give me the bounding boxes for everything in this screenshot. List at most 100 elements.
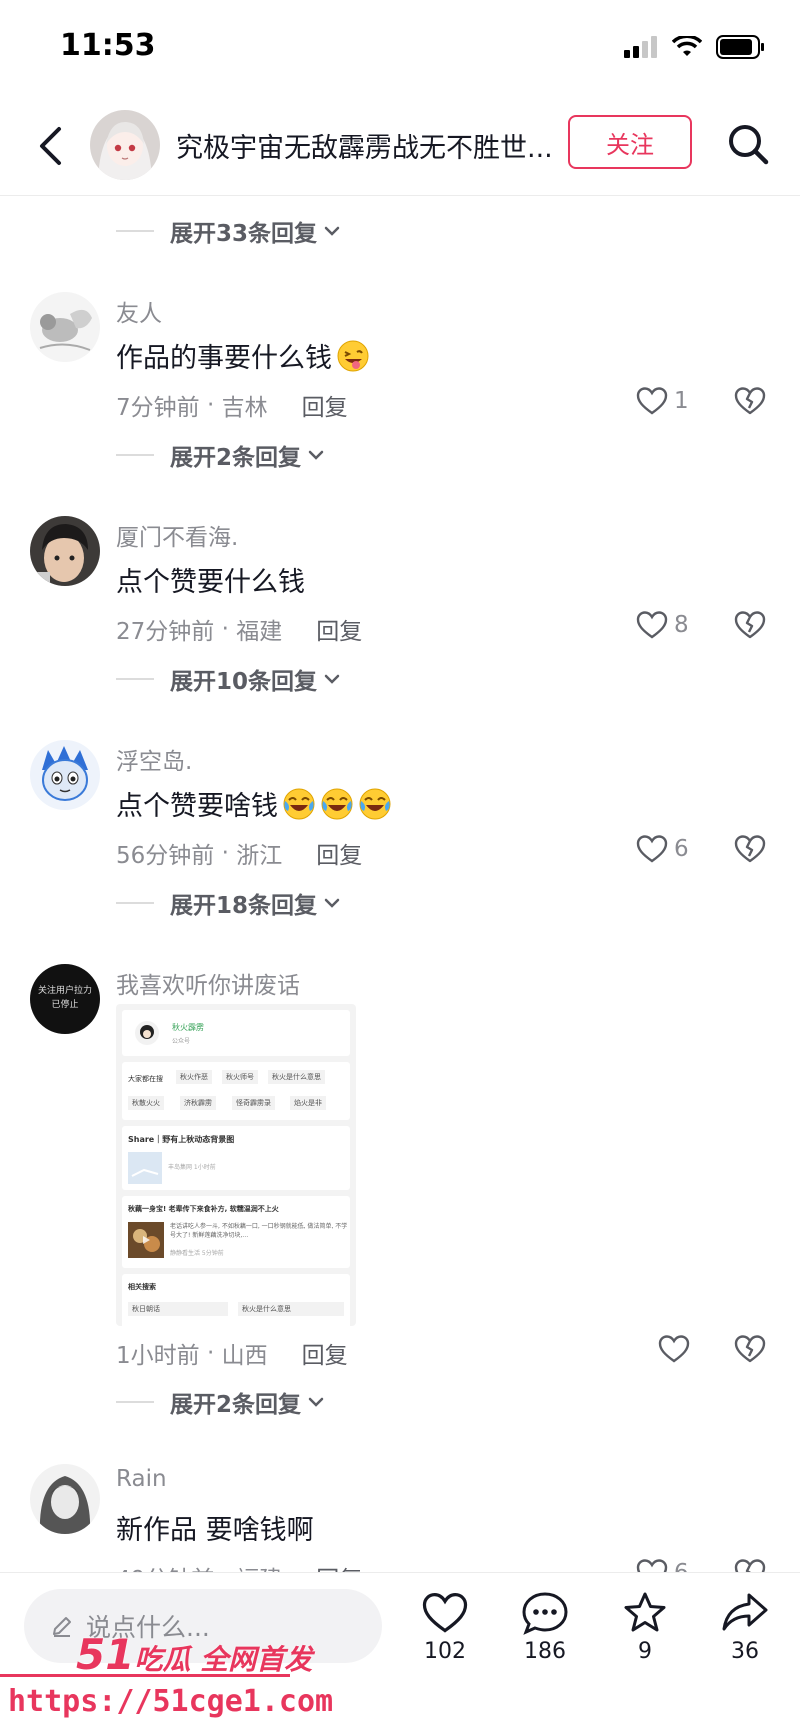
commenter-name[interactable]: Rain	[116, 1466, 167, 1492]
favorite-action[interactable]: 9	[610, 1591, 680, 1664]
broken-heart-icon	[734, 611, 766, 639]
battery-icon	[716, 35, 764, 59]
commenter-avatar[interactable]	[30, 516, 100, 586]
comment-time: 49分钟前	[116, 1560, 214, 1572]
shot-related-card: 相关搜索 秋日朝话 秋火是什么意思	[122, 1274, 350, 1326]
broken-heart-icon	[734, 1559, 766, 1572]
meta-separator: ·	[214, 616, 237, 642]
like-button[interactable]: 6	[636, 834, 694, 864]
share-action[interactable]: 36	[710, 1591, 780, 1664]
search-button[interactable]	[722, 118, 774, 170]
shot-share-meta: 丰岛集网 1小时前	[168, 1164, 216, 1171]
shot-tag: 焰火是非	[290, 1096, 326, 1110]
expand-replies-label: 展开18条回复	[170, 893, 318, 919]
shot-tag: 秋火师号	[222, 1070, 258, 1084]
watermark-number: 51	[76, 1630, 135, 1679]
dislike-button[interactable]	[734, 834, 766, 868]
shot-share-title: Share｜野有上秋动态背景图	[128, 1135, 235, 1144]
commenter-avatar[interactable]	[30, 1464, 100, 1534]
meta-separator: ·	[199, 392, 222, 418]
share-arrow-icon	[722, 1593, 768, 1631]
reply-button[interactable]: 回复	[302, 1336, 348, 1370]
shot-thumbnail	[128, 1152, 162, 1184]
like-total: 102	[424, 1639, 466, 1664]
shot-tag: 秋火是什么意思	[268, 1070, 325, 1084]
comment-location: 福建	[236, 1560, 282, 1572]
heart-icon	[636, 387, 668, 415]
watermark-url: https://51cge1.com	[8, 1684, 334, 1719]
commenter-name[interactable]: 浮空岛.	[116, 742, 192, 776]
comment-meta: 1小时前 · 山西 回复	[116, 1336, 348, 1370]
shot-article-thumbnail	[128, 1222, 164, 1258]
like-button[interactable]: 8	[636, 610, 694, 640]
reply-button[interactable]: 回复	[316, 1560, 362, 1572]
commenter-avatar[interactable]	[30, 292, 100, 362]
divider	[116, 902, 154, 904]
star-icon	[624, 1592, 666, 1632]
comment-location: 吉林	[221, 395, 268, 421]
expand-replies-button[interactable]: 展开2条回复	[116, 435, 325, 475]
heart-icon	[636, 611, 668, 639]
like-button[interactable]	[658, 1334, 690, 1364]
commenter-avatar[interactable]: 关注用户拉力已停止	[30, 964, 100, 1034]
grin-tongue-emoji	[337, 340, 369, 371]
chevron-down-icon	[308, 1397, 324, 1407]
heart-icon	[636, 1559, 668, 1572]
chevron-down-icon	[324, 674, 340, 684]
broken-heart-icon	[734, 387, 766, 415]
like-button[interactable]: 1	[636, 386, 694, 416]
divider	[116, 454, 154, 456]
author-avatar[interactable]	[90, 110, 160, 180]
status-time: 11:53	[60, 28, 156, 63]
broken-heart-icon	[734, 835, 766, 863]
shot-tag: 济秋霹雳	[180, 1096, 216, 1110]
comment-text-row: 作品的事要什么钱	[116, 336, 370, 375]
back-button[interactable]	[30, 118, 70, 174]
reply-button[interactable]: 回复	[302, 388, 348, 422]
shot-article-meta: 静静看生活 5分钟前	[170, 1250, 224, 1257]
shot-account-card: 秋火霹雳 公众号	[122, 1010, 350, 1056]
shot-searching-label: 大家都在搜	[128, 1075, 163, 1083]
commenter-avatar[interactable]	[30, 740, 100, 810]
commenter-name[interactable]: 我喜欢听你讲废话	[116, 966, 300, 1000]
chevron-down-icon	[324, 898, 340, 908]
comment-image[interactable]: 秋火霹雳 公众号 大家都在搜 秋火作恶 秋火师号 秋火是什么意思 秋散火火 济秋…	[116, 1004, 356, 1326]
expand-replies-label: 展开2条回复	[170, 445, 302, 471]
commenter-name[interactable]: 厦门不看海.	[116, 518, 238, 552]
comment-item: Rain 新作品 要啥钱啊 49分钟前 · 福建 回复 6	[0, 1464, 800, 1572]
comment-meta: 49分钟前 · 福建 回复	[116, 1560, 362, 1572]
expand-replies-button[interactable]: 展开10条回复	[116, 659, 341, 699]
comment-action[interactable]: 186	[510, 1591, 580, 1664]
like-action[interactable]: 102	[410, 1591, 480, 1664]
share-total: 36	[731, 1639, 759, 1664]
dislike-button[interactable]	[734, 1334, 766, 1368]
reply-button[interactable]: 回复	[316, 836, 362, 870]
comment-item: 关注用户拉力已停止 我喜欢听你讲废话 秋火霹雳 公众号 大家都在搜 秋火作恶 秋…	[0, 964, 800, 1369]
dislike-button[interactable]	[734, 386, 766, 420]
follow-button[interactable]: 关注	[568, 115, 692, 169]
dislike-button[interactable]	[734, 610, 766, 644]
reply-button[interactable]: 回复	[316, 612, 362, 646]
comment-location: 浙江	[236, 843, 283, 869]
expand-replies-button[interactable]: 展开33条回复	[116, 211, 341, 251]
expand-replies-button[interactable]: 展开2条回复	[116, 1382, 325, 1422]
shot-article-title: 秋藕一身宝! 老辈传下来食补方, 软糯温润不上火	[128, 1205, 279, 1213]
shot-share-card: Share｜野有上秋动态背景图 丰岛集网 1小时前	[122, 1126, 350, 1190]
commenter-name[interactable]: 友人	[116, 294, 162, 328]
expand-replies-button[interactable]: 展开18条回复	[116, 883, 341, 923]
shot-related-item: 秋日朝话	[128, 1302, 228, 1316]
comment-text: 点个赞要啥钱	[116, 791, 278, 822]
shot-article-desc: 老话讲吃人参一斗, 不如秋藕一口, 一口秒钢就能低, 做法简单, 不学号大了! …	[170, 1223, 348, 1239]
watermark-line1: 51吃瓜 全网首发	[76, 1630, 312, 1679]
comment-meta: 27分钟前 · 福建 回复	[116, 612, 362, 646]
shot-tag: 秋火作恶	[176, 1070, 212, 1084]
dislike-button[interactable]	[734, 1558, 766, 1572]
like-button[interactable]: 6	[636, 1558, 694, 1572]
expand-replies-label: 展开33条回复	[170, 221, 318, 247]
chevron-down-icon	[324, 226, 340, 236]
expand-replies-label: 展开2条回复	[170, 1392, 302, 1418]
status-bar: 11:53	[0, 0, 800, 96]
divider	[116, 1401, 154, 1403]
meta-separator: ·	[199, 1340, 222, 1366]
shot-related-item: 秋火是什么意思	[238, 1302, 344, 1316]
